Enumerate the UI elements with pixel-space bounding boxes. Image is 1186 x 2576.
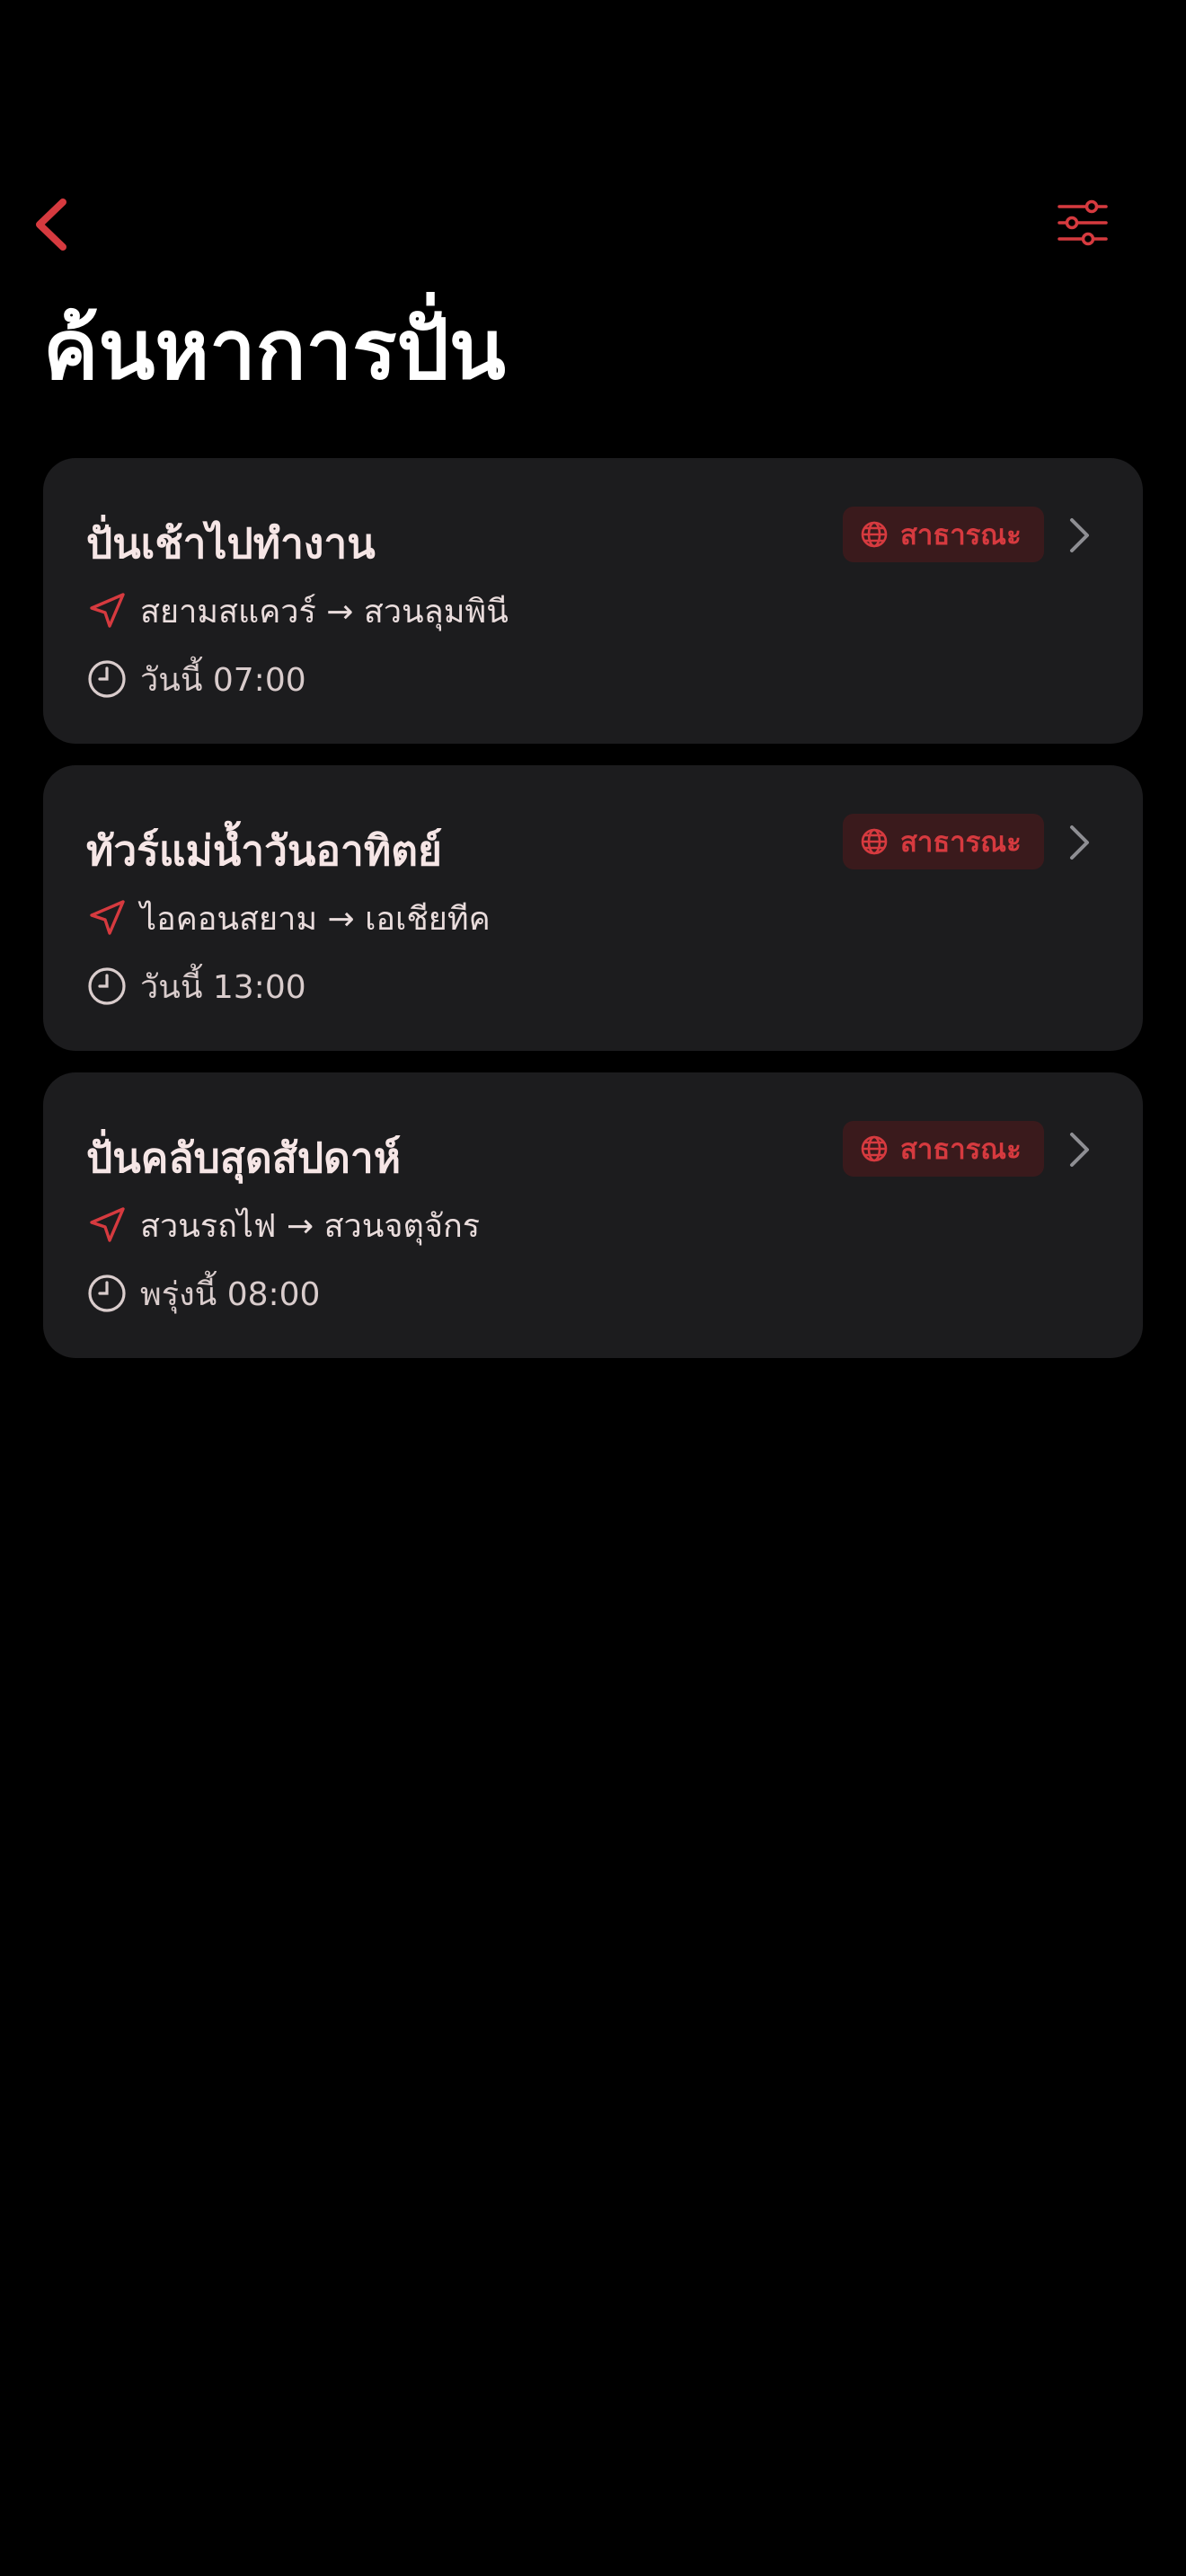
filter-button[interactable] <box>1047 198 1119 251</box>
navigation-bar <box>0 180 1186 269</box>
visibility-badge: สาธารณะ <box>843 507 1044 562</box>
page-title: ค้นหาการปั่น <box>43 302 506 398</box>
ride-title: ทัวร์แม่น้ำวันอาทิตย์ <box>86 826 442 875</box>
route-text: สยามสแควร์ → สวนลุมพินี <box>140 593 509 631</box>
navigation-arrow-icon <box>90 900 125 935</box>
route-text: สวนรถไฟ → สวนจตุจักร <box>140 1207 481 1245</box>
globe-icon <box>861 1135 888 1162</box>
badge-label: สาธารณะ <box>900 1134 1022 1166</box>
clock-icon <box>88 660 126 698</box>
back-button[interactable] <box>27 193 81 256</box>
navigation-arrow-icon <box>90 593 125 628</box>
time-row: วันนี้ 07:00 <box>86 652 306 706</box>
chevron-right-icon <box>1070 825 1089 860</box>
ride-title: ปั่นเช้าไปทำงาน <box>86 519 376 568</box>
route-row: สวนรถไฟ → สวนจตุจักร <box>86 1198 480 1252</box>
ride-card[interactable]: ทัวร์แม่น้ำวันอาทิตย์ สาธารณะ ไอคอนสยาม … <box>43 765 1143 1051</box>
ride-card[interactable]: ปั่นเช้าไปทำงาน สาธารณะ สยามสแควร์ → สวน… <box>43 458 1143 744</box>
chevron-left-icon <box>36 198 66 251</box>
globe-icon <box>861 521 888 548</box>
ride-list: ปั่นเช้าไปทำงาน สาธารณะ สยามสแควร์ → สวน… <box>43 458 1143 1380</box>
time-row: พรุ่งนี้ 08:00 <box>86 1266 320 1320</box>
clock-icon <box>88 967 126 1005</box>
sliders-icon <box>1058 199 1108 246</box>
globe-icon <box>861 828 888 855</box>
time-text: วันนี้ 13:00 <box>140 968 306 1006</box>
chevron-right-icon <box>1070 518 1089 552</box>
badge-label: สาธารณะ <box>900 519 1022 551</box>
ride-card[interactable]: ปั่นคลับสุดสัปดาห์ สาธารณะ สวนรถไฟ → สวน… <box>43 1072 1143 1358</box>
time-row: วันนี้ 13:00 <box>86 959 306 1013</box>
visibility-badge: สาธารณะ <box>843 1121 1044 1177</box>
route-row: สยามสแควร์ → สวนลุมพินี <box>86 584 509 638</box>
route-row: ไอคอนสยาม → เอเชียทีค <box>86 891 491 945</box>
ride-title: ปั่นคลับสุดสัปดาห์ <box>86 1134 402 1182</box>
time-text: วันนี้ 07:00 <box>140 661 306 699</box>
time-text: พรุ่งนี้ 08:00 <box>140 1275 321 1313</box>
route-text: ไอคอนสยาม → เอเชียทีค <box>140 900 491 938</box>
visibility-badge: สาธารณะ <box>843 814 1044 869</box>
clock-icon <box>88 1275 126 1312</box>
badge-label: สาธารณะ <box>900 826 1022 859</box>
chevron-right-icon <box>1070 1133 1089 1167</box>
navigation-arrow-icon <box>90 1207 125 1242</box>
